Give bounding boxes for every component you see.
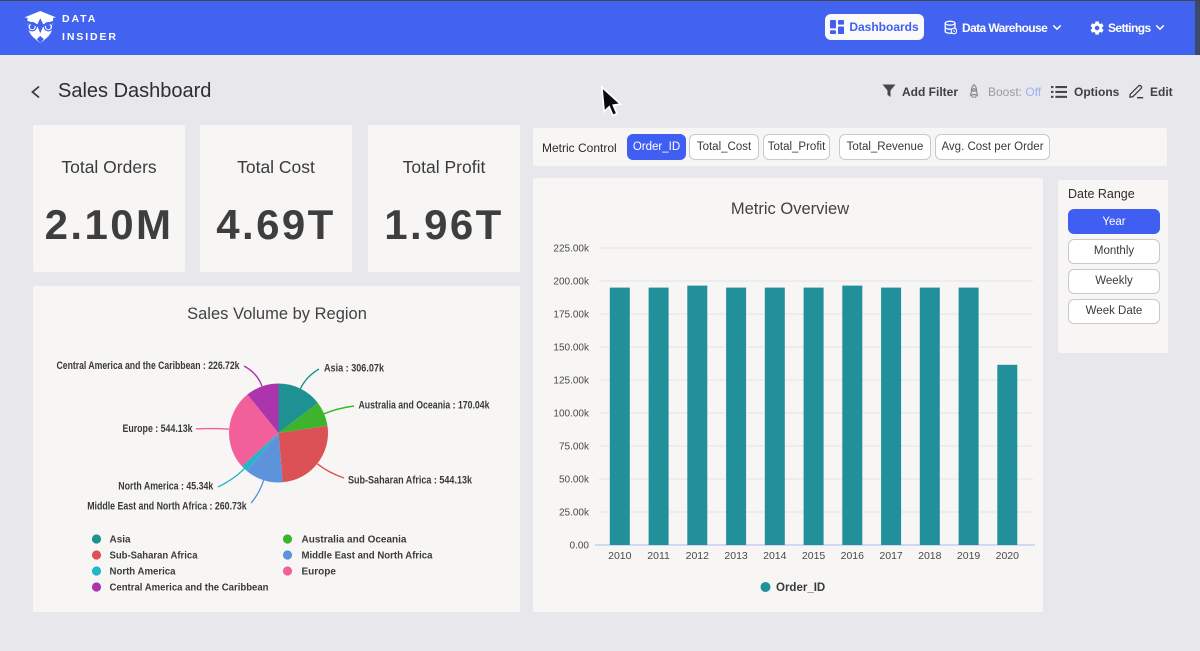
svg-text:Australia and Oceania: Australia and Oceania [302, 535, 407, 546]
svg-text:125.00k: 125.00k [553, 376, 590, 387]
svg-text:2016: 2016 [841, 550, 865, 562]
svg-text:0.00: 0.00 [570, 541, 590, 552]
svg-text:2014: 2014 [763, 550, 787, 562]
svg-text:Order_ID: Order_ID [776, 582, 825, 594]
svg-text:2011: 2011 [647, 550, 670, 562]
svg-text:North America : 45.34k: North America : 45.34k [118, 481, 214, 493]
svg-text:75.00k: 75.00k [559, 442, 590, 453]
svg-text:225.00k: 225.00k [553, 244, 590, 255]
svg-text:25.00k: 25.00k [559, 508, 590, 519]
svg-text:Central America and the Caribb: Central America and the Caribbean : 226.… [57, 360, 241, 372]
svg-text:Central America and the Caribb: Central America and the Caribbean [110, 583, 269, 594]
svg-text:200.00k: 200.00k [553, 277, 590, 288]
svg-text:50.00k: 50.00k [559, 475, 590, 486]
svg-text:Asia : 306.07k: Asia : 306.07k [324, 363, 385, 375]
svg-text:North America: North America [110, 567, 176, 578]
svg-text:2012: 2012 [686, 550, 710, 562]
svg-text:2020: 2020 [996, 550, 1020, 562]
svg-text:Asia: Asia [110, 535, 132, 546]
svg-text:2013: 2013 [724, 550, 748, 562]
svg-text:Sub-Saharan Africa: Sub-Saharan Africa [110, 551, 198, 562]
svg-text:2017: 2017 [879, 550, 903, 562]
svg-text:Middle East and North Africa :: Middle East and North Africa : 260.73k [87, 501, 247, 513]
svg-text:Europe: Europe [302, 567, 337, 578]
svg-text:2018: 2018 [918, 550, 942, 562]
svg-text:2019: 2019 [957, 550, 981, 562]
svg-text:175.00k: 175.00k [553, 310, 590, 321]
svg-text:2010: 2010 [608, 550, 632, 562]
svg-text:100.00k: 100.00k [553, 409, 590, 420]
svg-text:150.00k: 150.00k [553, 343, 590, 354]
svg-text:Australia and Oceania : 170.04: Australia and Oceania : 170.04k [359, 400, 491, 412]
svg-text:Middle East and North Africa: Middle East and North Africa [302, 551, 433, 562]
svg-text:Europe : 544.13k: Europe : 544.13k [123, 423, 194, 435]
svg-text:Sub-Saharan Africa : 544.13k: Sub-Saharan Africa : 544.13k [348, 475, 473, 487]
svg-text:2015: 2015 [802, 550, 826, 562]
